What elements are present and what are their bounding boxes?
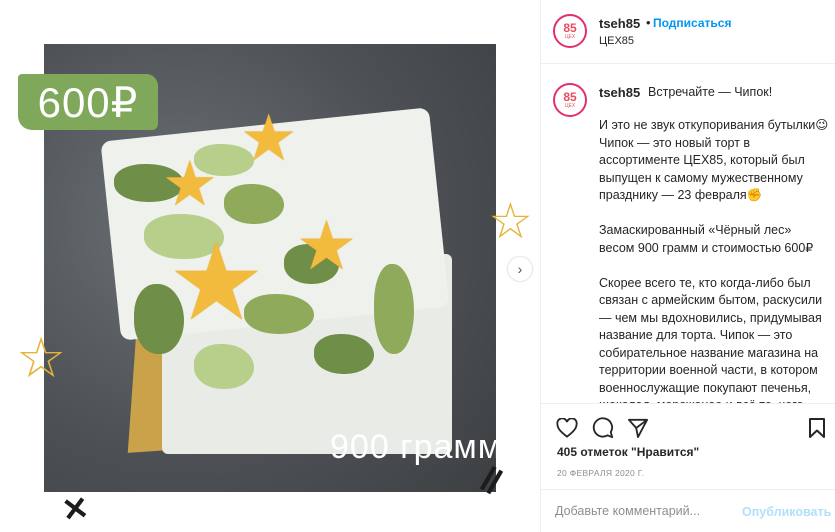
instagram-post-dialog: ★ ★ ★ ★ 600₽ 900 грамм ☆ ☆ ✕ ‖ › 85 ЦЕХ …: [0, 0, 835, 532]
caption-area: 85 ЦЕХ tseh85 Встречайте — Чипок! И это …: [541, 65, 835, 403]
heart-icon[interactable]: [555, 416, 579, 440]
star-decoration: ★: [162, 150, 218, 219]
follow-button[interactable]: Подписаться: [653, 16, 731, 30]
camo-spot: [194, 344, 254, 389]
star-decoration: ★: [168, 221, 265, 342]
doodle-mark: ✕: [59, 489, 92, 529]
star-decoration: ★: [296, 208, 357, 284]
bookmark-icon[interactable]: [805, 416, 829, 440]
post-header: 85 ЦЕХ tseh85 • Подписаться ЦЕХ85: [541, 0, 835, 64]
caption-body: И это не звук откупоривания бутылки😉 Чип…: [599, 117, 829, 403]
caption-username[interactable]: tseh85: [599, 85, 640, 100]
price-tag: 600₽: [18, 74, 158, 130]
post-date[interactable]: 20 ФЕВРАЛЯ 2020 Г.: [557, 468, 644, 478]
comment-input[interactable]: [555, 500, 745, 522]
comment-icon[interactable]: [591, 416, 615, 440]
avatar-number: 85: [563, 21, 577, 35]
camo-spot: [374, 264, 414, 354]
price-label: 600₽: [37, 78, 139, 126]
share-icon[interactable]: [626, 416, 650, 440]
caption-paragraph: И это не звук откупоривания бутылки😉 Чип…: [599, 118, 829, 202]
action-bar: [541, 403, 835, 451]
caption-paragraph: Скорее всего те, кто когда-либо был связ…: [599, 275, 823, 404]
header-location[interactable]: ЦЕХ85: [599, 35, 634, 47]
publish-button[interactable]: Опубликовать: [742, 505, 831, 519]
camo-spot: [224, 184, 284, 224]
camo-spot: [314, 334, 374, 374]
likes-count[interactable]: 405 отметок "Нравится": [557, 445, 699, 459]
outline-star-icon: ☆: [488, 193, 533, 249]
star-decoration: ★: [240, 102, 298, 174]
avatar-sub: ЦЕХ: [564, 34, 576, 40]
caption-avatar[interactable]: 85 ЦЕХ: [553, 83, 587, 117]
avatar-sub: ЦЕХ: [564, 103, 576, 109]
header-separator: •: [646, 15, 651, 30]
chevron-right-icon: ›: [517, 261, 523, 277]
caption-first-line: Встречайте — Чипок!: [648, 85, 773, 99]
comment-bar: Опубликовать: [541, 489, 835, 532]
next-slide-button[interactable]: ›: [508, 257, 532, 281]
avatar-number: 85: [563, 90, 577, 104]
post-side-panel: 85 ЦЕХ tseh85 • Подписаться ЦЕХ85 85 ЦЕХ…: [540, 0, 835, 532]
post-media: ★ ★ ★ ★ 600₽ 900 грамм ☆ ☆ ✕ ‖ ›: [0, 0, 540, 532]
header-username[interactable]: tseh85: [599, 16, 640, 31]
outline-star-icon: ☆: [16, 326, 67, 389]
weight-label: 900 грамм: [330, 428, 503, 466]
avatar[interactable]: 85 ЦЕХ: [553, 14, 587, 48]
caption-paragraph: Замаскированный «Чёрный лес» весом 900 г…: [599, 223, 814, 255]
